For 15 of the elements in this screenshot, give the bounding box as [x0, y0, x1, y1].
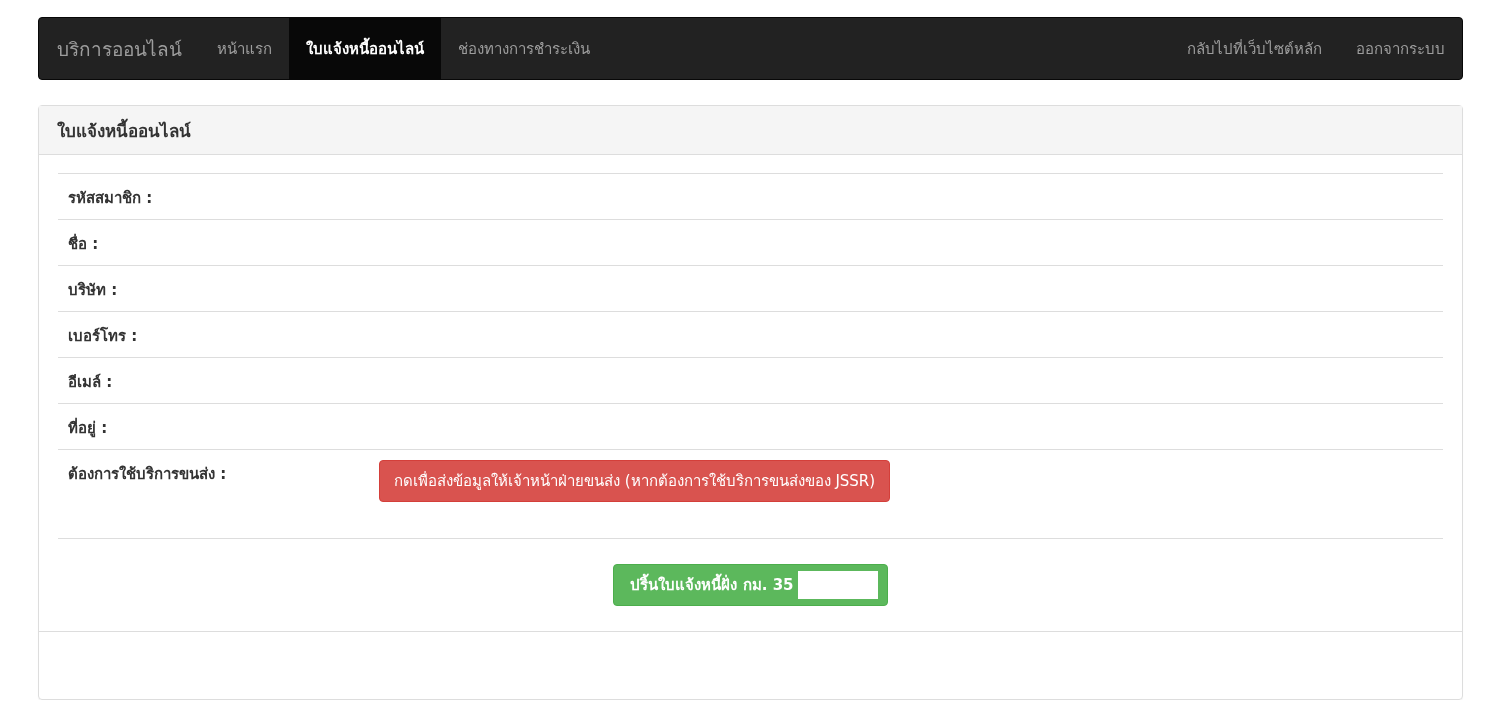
field-label: รหัสสมาชิก :	[68, 188, 154, 209]
field-label: ต้องการใช้บริการขนส่ง :	[68, 464, 228, 485]
nav-link[interactable]: ช่องทางการชำระเงิน	[441, 18, 607, 79]
brand-link[interactable]: บริการออนไลน์	[39, 18, 200, 79]
panel-title: ใบแจ้งหนี้ออนไลน์	[39, 106, 1462, 155]
nav-link[interactable]: หน้าแรก	[200, 18, 289, 79]
field-label: เบอร์โทร :	[68, 326, 139, 347]
field-label: ชื่อ :	[68, 232, 100, 255]
nav-link[interactable]: ออกจากระบบ	[1339, 18, 1462, 79]
nav-link[interactable]: กลับไปที่เว็บไซต์หลัก	[1170, 18, 1339, 79]
nav-link[interactable]: ใบแจ้งหนี้ออนไลน์	[289, 18, 441, 79]
field-label: บริษัท :	[68, 280, 119, 301]
field-label: อีเมล์ :	[68, 372, 114, 393]
field-label: ที่อยู่ :	[68, 416, 109, 440]
shipping-request-button[interactable]: กดเพื่อส่งข้อมูลให้เจ้าหน้าฝ่ายขนส่ง (หากต้องการใช้บริการขนส่งของ JSSR)	[379, 460, 891, 502]
